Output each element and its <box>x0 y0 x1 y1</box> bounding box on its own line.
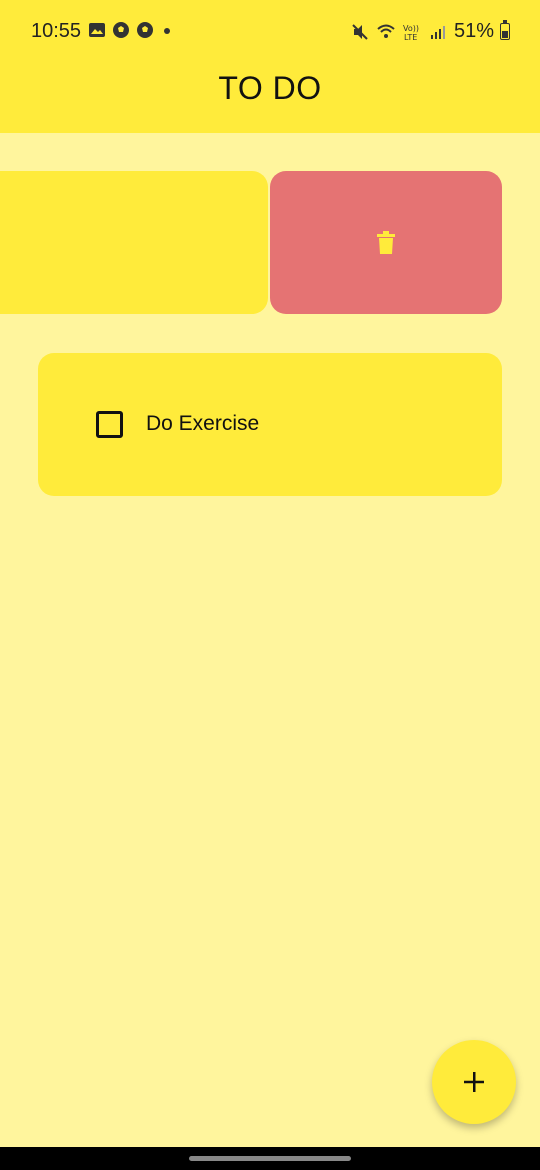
task-label: Do Exercise <box>146 412 260 435</box>
svg-text:Vo)): Vo)) <box>403 24 419 33</box>
task-checkbox[interactable] <box>96 411 123 438</box>
notification-icons <box>88 21 154 39</box>
wifi-icon <box>377 24 395 38</box>
status-time: 10:55 <box>31 20 82 42</box>
status-bar: 10:55 Vo)) LTE 51% <box>0 0 540 62</box>
battery-icon <box>500 20 510 40</box>
trash-icon <box>377 230 395 254</box>
signal-icon <box>430 25 445 39</box>
plus-icon <box>464 1072 484 1092</box>
battery-percent: 51% <box>453 20 494 42</box>
status-right: Vo)) LTE 51% <box>350 20 510 43</box>
add-task-button[interactable] <box>432 1040 516 1124</box>
image-icon <box>89 23 105 37</box>
home-gesture-handle[interactable] <box>189 1156 351 1161</box>
task-card[interactable]: Do Exercise <box>38 353 502 496</box>
volte-icon: Vo))LTE <box>403 24 419 42</box>
notification-dot-icon <box>164 28 170 34</box>
delete-action-button[interactable] <box>270 171 502 314</box>
svg-text:LTE: LTE <box>404 33 417 42</box>
todo-screen: 10:55 Vo)) LTE 51% TO DO Do Exercise <box>0 0 540 1170</box>
swiped-task-card[interactable] <box>0 171 268 314</box>
mute-icon <box>352 23 368 40</box>
app-header: 10:55 Vo)) LTE 51% TO DO <box>0 0 540 133</box>
soccer-ball-icon <box>113 22 129 38</box>
system-nav-bar <box>0 1147 540 1170</box>
soccer-ball-icon <box>137 22 153 38</box>
page-title: TO DO <box>218 70 322 106</box>
